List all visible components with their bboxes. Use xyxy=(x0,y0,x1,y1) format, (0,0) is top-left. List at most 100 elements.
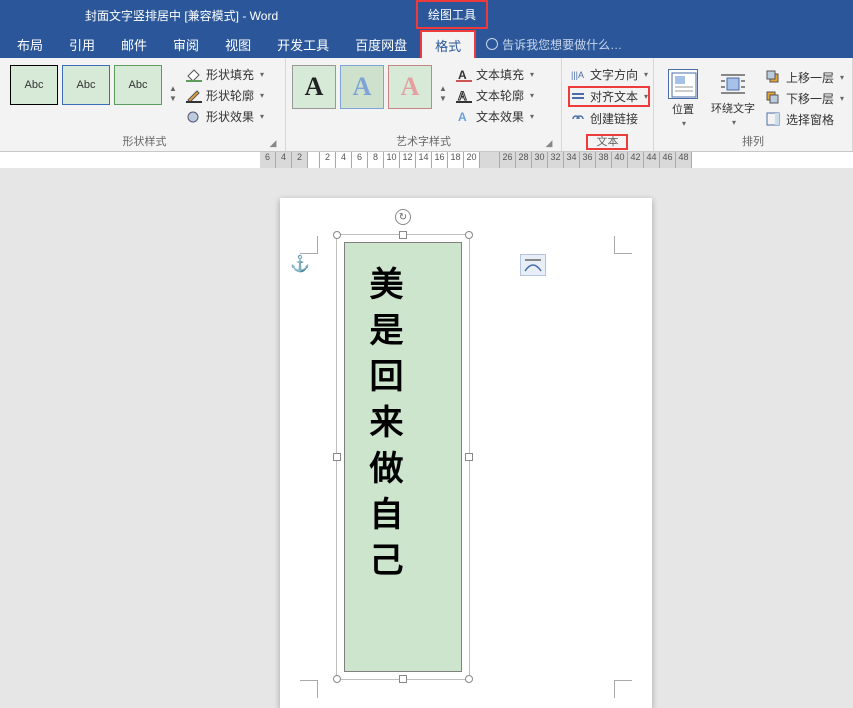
resize-handle-sw[interactable] xyxy=(333,675,341,683)
ruler-tick: 28 xyxy=(516,152,532,168)
vertical-text-content[interactable]: 美是回来做自己 xyxy=(358,266,407,588)
ruler-tick: 36 xyxy=(580,152,596,168)
tab-baidu-netdisk[interactable]: 百度网盘 xyxy=(342,30,420,58)
text-outline-icon: A xyxy=(456,89,472,103)
page[interactable]: ⚓ 美是回来做自己 ↻ xyxy=(280,198,652,708)
tell-me-placeholder: 告诉我您想要做什么… xyxy=(502,36,622,53)
wrap-text-icon xyxy=(719,70,747,98)
text-effects-button[interactable]: A 文本效果▾ xyxy=(454,107,536,126)
shape-styles-more-button[interactable]: ▲▼ xyxy=(166,65,180,105)
lightbulb-icon xyxy=(486,38,498,50)
group-arrange: 位置▾ 环绕文字▾ 上移一层▾ 下移 xyxy=(654,58,853,151)
group-label-wordart-styles: 艺术字样式 ◢ xyxy=(292,131,555,151)
ruler-tick: 48 xyxy=(676,152,692,168)
ribbon-tabs: 布局 引用 邮件 审阅 视图 开发工具 百度网盘 格式 告诉我您想要做什么… xyxy=(0,30,853,58)
effects-icon xyxy=(186,110,202,124)
resize-handle-s[interactable] xyxy=(399,675,407,683)
wordart-preset-3[interactable]: A xyxy=(388,65,432,109)
tab-mailings[interactable]: 邮件 xyxy=(108,30,160,58)
resize-handle-e[interactable] xyxy=(465,453,473,461)
send-backward-icon xyxy=(766,91,782,105)
pen-icon xyxy=(186,89,202,103)
ruler-tick: 18 xyxy=(448,152,464,168)
svg-text:A: A xyxy=(458,89,467,103)
group-label-arrange: 排列 xyxy=(660,131,846,151)
ruler-tick: 30 xyxy=(532,152,548,168)
layout-options-button[interactable] xyxy=(520,254,546,276)
shape-effects-button[interactable]: 形状效果▾ xyxy=(184,107,266,126)
position-icon xyxy=(668,69,698,99)
group-shape-styles: Abc Abc Abc ▲▼ 形状填充▾ 形状轮廓▾ xyxy=(4,58,286,151)
shape-style-preset-2[interactable]: Abc xyxy=(62,65,110,105)
ruler-tick: 38 xyxy=(596,152,612,168)
margin-corner-icon xyxy=(300,236,318,254)
shape-styles-dialog-launcher[interactable]: ◢ xyxy=(267,137,279,149)
title-bar: 封面文字竖排居中 [兼容模式] - Word 绘图工具 xyxy=(0,0,853,30)
text-outline-button[interactable]: A 文本轮廓▾ xyxy=(454,86,536,105)
resize-handle-nw[interactable] xyxy=(333,231,341,239)
ruler-tick: 40 xyxy=(612,152,628,168)
link-icon xyxy=(570,112,586,126)
ruler-tick: 14 xyxy=(416,152,432,168)
margin-corner-icon xyxy=(300,680,318,698)
group-text: |||A 文字方向▾ 对齐文本▾ 创建链接 xyxy=(562,58,654,151)
ruler-tick: 42 xyxy=(628,152,644,168)
ruler-tick: 8 xyxy=(368,152,384,168)
tab-view[interactable]: 视图 xyxy=(212,30,264,58)
text-fill-icon: A xyxy=(456,68,472,82)
ruler-tick: 4 xyxy=(276,152,292,168)
selection-pane-icon xyxy=(766,112,782,126)
resize-handle-w[interactable] xyxy=(333,453,341,461)
group-label-shape-styles: 形状样式 ◢ xyxy=(10,131,279,151)
tab-layout[interactable]: 布局 xyxy=(4,30,56,58)
ruler-tick: 20 xyxy=(464,152,480,168)
create-link-button[interactable]: 创建链接 xyxy=(568,109,650,128)
rotate-handle[interactable]: ↻ xyxy=(395,209,411,225)
text-direction-icon: |||A xyxy=(570,68,586,82)
svg-text:|||A: |||A xyxy=(571,70,584,80)
svg-text:A: A xyxy=(458,68,467,82)
bring-forward-icon xyxy=(766,70,782,84)
ruler-tick: 26 xyxy=(500,152,516,168)
ruler-tick: 6 xyxy=(352,152,368,168)
ruler-tick: 10 xyxy=(384,152,400,168)
ruler-tick: 44 xyxy=(644,152,660,168)
tab-review[interactable]: 审阅 xyxy=(160,30,212,58)
tab-references[interactable]: 引用 xyxy=(56,30,108,58)
bring-forward-button[interactable]: 上移一层▾ xyxy=(764,68,846,87)
contextual-tab-drawing-tools[interactable]: 绘图工具 xyxy=(416,0,488,29)
text-direction-button[interactable]: |||A 文字方向▾ xyxy=(568,65,650,84)
anchor-icon[interactable]: ⚓ xyxy=(290,254,310,274)
ruler-tick: 12 xyxy=(400,152,416,168)
resize-handle-ne[interactable] xyxy=(465,231,473,239)
tell-me-search[interactable]: 告诉我您想要做什么… xyxy=(486,36,622,53)
wordart-dialog-launcher[interactable]: ◢ xyxy=(543,137,555,149)
ruler-tick: 32 xyxy=(548,152,564,168)
resize-handle-n[interactable] xyxy=(399,231,407,239)
send-backward-button[interactable]: 下移一层▾ xyxy=(764,89,846,108)
shape-fill-button[interactable]: 形状填充▾ xyxy=(184,65,266,84)
group-wordart-styles: A A A ▲▼ A 文本填充▾ A 文本轮廓▾ xyxy=(286,58,562,151)
ruler-tick: 4 xyxy=(336,152,352,168)
document-canvas[interactable]: ⚓ 美是回来做自己 ↻ xyxy=(0,168,853,708)
shape-style-preset-3[interactable]: Abc xyxy=(114,65,162,105)
bucket-icon xyxy=(186,68,202,82)
wordart-preset-2[interactable]: A xyxy=(340,65,384,109)
wordart-more-button[interactable]: ▲▼ xyxy=(436,65,450,105)
group-label-text: 文本 xyxy=(568,131,647,151)
wrap-text-button[interactable]: 环绕文字▾ xyxy=(710,65,756,131)
text-fill-button[interactable]: A 文本填充▾ xyxy=(454,65,536,84)
tab-format[interactable]: 格式 xyxy=(420,30,476,58)
ruler-tick: 2 xyxy=(320,152,336,168)
resize-handle-se[interactable] xyxy=(465,675,473,683)
selection-pane-button[interactable]: 选择窗格 xyxy=(764,110,846,129)
margin-corner-icon xyxy=(614,236,632,254)
horizontal-ruler[interactable]: 6 4 2 2 4 6 8 10 12 14 16 18 20 26 28 30… xyxy=(0,152,853,168)
position-button[interactable]: 位置▾ xyxy=(660,65,706,131)
wordart-preset-1[interactable]: A xyxy=(292,65,336,109)
align-text-button[interactable]: 对齐文本▾ xyxy=(568,86,650,107)
align-text-icon xyxy=(570,90,586,104)
shape-style-preset-1[interactable]: Abc xyxy=(10,65,58,105)
tab-developer[interactable]: 开发工具 xyxy=(264,30,342,58)
shape-outline-button[interactable]: 形状轮廓▾ xyxy=(184,86,266,105)
